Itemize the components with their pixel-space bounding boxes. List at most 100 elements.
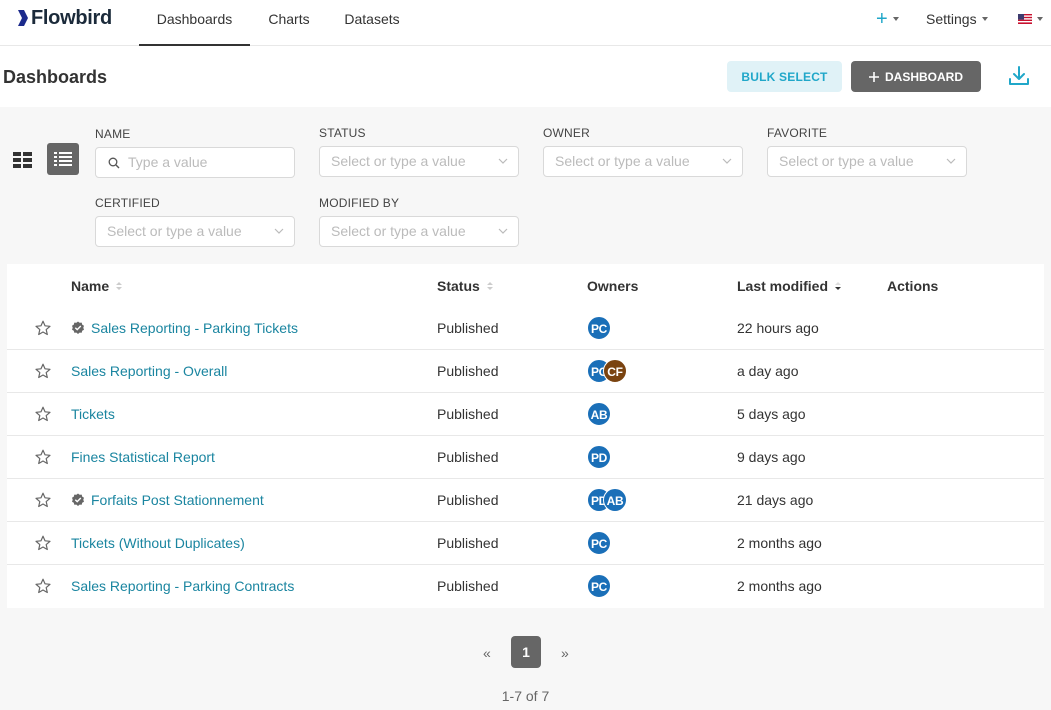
avatar[interactable]: AB bbox=[587, 402, 611, 426]
app-logo[interactable]: Flowbird bbox=[18, 6, 112, 30]
avatar[interactable]: AB bbox=[603, 488, 627, 512]
pagination-page-1[interactable]: 1 bbox=[511, 636, 541, 668]
sort-descending-icon bbox=[835, 282, 842, 290]
plus-icon bbox=[869, 71, 879, 82]
avatar[interactable]: PD bbox=[587, 445, 611, 469]
chevron-down-icon bbox=[946, 158, 956, 164]
owner-filter-select[interactable]: Select or type a value bbox=[543, 146, 743, 177]
sort-icon bbox=[486, 282, 493, 290]
dashboard-name-text: Sales Reporting - Parking Tickets bbox=[91, 320, 298, 336]
name-filter-placeholder: Type a value bbox=[128, 154, 208, 170]
avatar[interactable]: CF bbox=[603, 359, 627, 383]
app-name: Flowbird bbox=[31, 6, 112, 29]
table-row: Sales Reporting - Parking Tickets Publish… bbox=[7, 307, 1044, 350]
modified-by-filter-placeholder: Select or type a value bbox=[331, 223, 466, 239]
chevron-down-icon bbox=[722, 158, 732, 164]
table-row: Sales Reporting - Overall Published PC CF a … bbox=[7, 350, 1044, 393]
dashboards-table: Name Status Owners Last modified Actions… bbox=[7, 264, 1044, 608]
star-icon[interactable] bbox=[35, 320, 51, 336]
status-text: Published bbox=[437, 320, 499, 336]
name-filter-input[interactable]: Type a value bbox=[95, 147, 295, 178]
search-icon bbox=[108, 157, 120, 169]
certified-filter-placeholder: Select or type a value bbox=[107, 223, 242, 239]
star-icon[interactable] bbox=[35, 535, 51, 551]
bulk-select-button[interactable]: BULK SELECT bbox=[727, 61, 842, 92]
avatar[interactable]: PC bbox=[587, 574, 611, 598]
dashboard-name-link[interactable]: Tickets bbox=[71, 406, 115, 422]
certified-filter-label: CERTIFIED bbox=[95, 196, 160, 210]
table-row: Forfaits Post Stationnement Published PD AB… bbox=[7, 479, 1044, 522]
status-filter-label: STATUS bbox=[319, 126, 366, 140]
column-header-status[interactable]: Status bbox=[437, 278, 493, 294]
dashboard-name-link[interactable]: Sales Reporting - Parking Tickets bbox=[71, 320, 298, 336]
last-modified-text: 2 months ago bbox=[737, 535, 822, 551]
star-icon[interactable] bbox=[35, 578, 51, 594]
flowbird-logo-icon bbox=[18, 10, 28, 26]
avatar[interactable]: PC bbox=[587, 531, 611, 555]
dashboard-name-text: Tickets bbox=[71, 406, 115, 422]
top-navigation: Flowbird Dashboards Charts Datasets + Se… bbox=[0, 0, 1051, 46]
tab-dashboards[interactable]: Dashboards bbox=[139, 0, 250, 46]
pagination-next[interactable]: » bbox=[561, 645, 569, 661]
star-icon[interactable] bbox=[35, 406, 51, 422]
avatar[interactable]: PC bbox=[587, 316, 611, 340]
last-modified-text: 9 days ago bbox=[737, 449, 806, 465]
star-icon[interactable] bbox=[35, 492, 51, 508]
chevron-down-icon bbox=[1037, 17, 1043, 21]
dashboard-name-link[interactable]: Sales Reporting - Overall bbox=[71, 363, 227, 379]
favorite-filter-placeholder: Select or type a value bbox=[779, 153, 914, 169]
chevron-down-icon bbox=[892, 17, 899, 21]
favorite-filter-label: FAVORITE bbox=[767, 126, 828, 140]
status-text: Published bbox=[437, 363, 499, 379]
status-text: Published bbox=[437, 578, 499, 594]
chevron-down-icon bbox=[981, 17, 988, 21]
star-icon[interactable] bbox=[35, 449, 51, 465]
column-header-actions: Actions bbox=[887, 278, 939, 294]
add-dashboard-label: DASHBOARD bbox=[885, 69, 963, 84]
status-filter-select[interactable]: Select or type a value bbox=[319, 146, 519, 177]
column-header-name[interactable]: Name bbox=[71, 278, 123, 294]
certified-icon bbox=[72, 321, 84, 334]
owner-filter-placeholder: Select or type a value bbox=[555, 153, 690, 169]
last-modified-text: 2 months ago bbox=[737, 578, 822, 594]
certified-icon bbox=[72, 493, 84, 506]
language-menu[interactable] bbox=[1018, 0, 1043, 38]
dashboard-name-text: Sales Reporting - Parking Contracts bbox=[71, 578, 295, 594]
certified-filter-select[interactable]: Select or type a value bbox=[95, 216, 295, 247]
add-dashboard-button[interactable]: DASHBOARD bbox=[851, 61, 981, 92]
dashboard-name-link[interactable]: Sales Reporting - Parking Contracts bbox=[71, 578, 294, 594]
status-text: Published bbox=[437, 406, 499, 422]
settings-menu[interactable]: Settings bbox=[926, 0, 988, 38]
page-header: Dashboards BULK SELECT DASHBOARD bbox=[0, 46, 1051, 107]
list-view-toggle[interactable] bbox=[47, 143, 79, 175]
modified-by-filter-label: MODIFIED BY bbox=[319, 196, 400, 210]
pagination-prev[interactable]: « bbox=[483, 645, 491, 661]
list-view-icon bbox=[54, 152, 72, 166]
card-view-icon[interactable] bbox=[13, 152, 33, 168]
tab-charts[interactable]: Charts bbox=[254, 0, 324, 46]
star-icon[interactable] bbox=[35, 363, 51, 379]
settings-label: Settings bbox=[926, 11, 977, 27]
status-text: Published bbox=[437, 535, 499, 551]
tab-datasets[interactable]: Datasets bbox=[330, 0, 414, 46]
dashboard-name-text: Sales Reporting - Overall bbox=[71, 363, 228, 379]
column-header-last-modified[interactable]: Last modified bbox=[737, 278, 842, 294]
sort-icon bbox=[116, 282, 123, 290]
dashboard-name-text: Forfaits Post Stationnement bbox=[91, 492, 264, 508]
new-menu[interactable]: + bbox=[876, 0, 899, 38]
column-header-status-label: Status bbox=[437, 278, 480, 294]
dashboard-name-link[interactable]: Tickets (Without Duplicates) bbox=[71, 535, 245, 551]
column-header-owners: Owners bbox=[587, 278, 639, 294]
dashboard-name-text: Fines Statistical Report bbox=[71, 449, 215, 465]
favorite-filter-select[interactable]: Select or type a value bbox=[767, 146, 967, 177]
download-icon[interactable] bbox=[1007, 64, 1031, 88]
dashboard-name-link[interactable]: Fines Statistical Report bbox=[71, 449, 215, 465]
dashboard-name-link[interactable]: Forfaits Post Stationnement bbox=[71, 492, 264, 508]
modified-by-filter-select[interactable]: Select or type a value bbox=[319, 216, 519, 247]
status-text: Published bbox=[437, 492, 499, 508]
table-row: Tickets (Without Duplicates) Published PC 2… bbox=[7, 522, 1044, 565]
column-header-name-label: Name bbox=[71, 278, 110, 294]
chevron-down-icon bbox=[498, 228, 508, 234]
dashboard-name-text: Tickets (Without Duplicates) bbox=[71, 535, 245, 551]
last-modified-text: a day ago bbox=[737, 363, 799, 379]
